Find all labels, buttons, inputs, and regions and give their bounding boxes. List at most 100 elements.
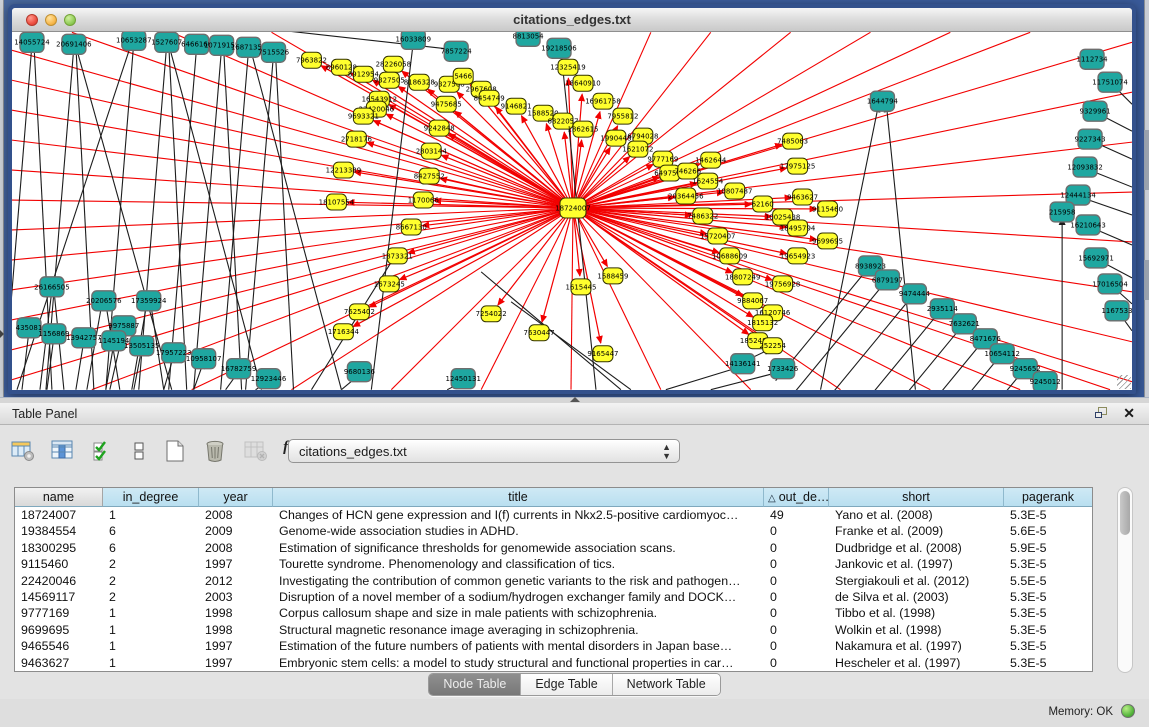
- float-panel-icon[interactable]: [1095, 407, 1109, 420]
- select-columns-icon[interactable]: [91, 439, 117, 463]
- graph-node[interactable]: 19218506: [541, 38, 576, 58]
- column-header-out_de[interactable]: △out_de…: [764, 488, 829, 507]
- graph-node[interactable]: 17975125: [780, 158, 815, 174]
- graph-node[interactable]: 1644794: [867, 91, 899, 111]
- row-height-icon[interactable]: [131, 439, 147, 463]
- graph-node[interactable]: 7515526: [258, 42, 289, 62]
- graph-node[interactable]: 26166505: [34, 277, 69, 297]
- graph-node[interactable]: 1462644: [695, 152, 727, 168]
- table-selector-dropdown[interactable]: citations_edges.txt ▲▼: [288, 439, 680, 463]
- graph-node[interactable]: 62160: [752, 196, 774, 212]
- graph-node[interactable]: 11751074: [1092, 72, 1128, 92]
- graph-node[interactable]: 20206576: [86, 291, 121, 311]
- graph-node[interactable]: 9680136: [344, 362, 375, 382]
- left-panel-edge[interactable]: [0, 0, 4, 397]
- table-settings-icon[interactable]: [10, 439, 36, 463]
- column-header-short[interactable]: short: [829, 488, 1004, 507]
- graph-node[interactable]: 10653287: [116, 32, 151, 50]
- graph-node[interactable]: 2718176: [341, 131, 372, 147]
- graph-node[interactable]: 28226058: [376, 56, 411, 72]
- graph-node[interactable]: 7485063: [777, 133, 808, 149]
- graph-node[interactable]: 7254022: [476, 306, 507, 322]
- table-row[interactable]: 946554611997Estimation of the future num…: [15, 638, 1092, 654]
- right-panel-edge[interactable]: [1144, 0, 1149, 397]
- node-label: 1673245: [374, 280, 405, 288]
- create-table-icon[interactable]: [162, 439, 188, 463]
- delete-table-icon[interactable]: [202, 439, 228, 463]
- graph-node[interactable]: 1733426: [767, 359, 798, 379]
- column-header-title[interactable]: title: [273, 488, 764, 507]
- network-canvas[interactable]: 7963822896012889129542822605893275058186…: [12, 32, 1132, 390]
- graph-node[interactable]: 1588459: [597, 268, 628, 284]
- table-row[interactable]: 1872400712008Changes of HCN gene express…: [15, 507, 1092, 523]
- scrollbar-thumb[interactable]: [1120, 491, 1130, 535]
- table-row[interactable]: 946362711997Embryonic stem cells: a mode…: [15, 655, 1092, 671]
- graph-node[interactable]: 9329961: [1080, 101, 1111, 121]
- tab-edge-table[interactable]: Edge Table: [521, 674, 612, 695]
- graph-node[interactable]: 13942757: [66, 328, 101, 348]
- graph-node[interactable]: 9115460: [812, 201, 843, 217]
- graph-node[interactable]: 2803144: [416, 143, 448, 159]
- graph-node[interactable]: 1112734: [1077, 49, 1109, 69]
- graph-node[interactable]: 1615445: [565, 279, 596, 295]
- graph-node[interactable]: 5466: [453, 68, 473, 84]
- graph-node[interactable]: 12450131: [445, 369, 480, 389]
- table-row[interactable]: 1830029562008Estimation of significance …: [15, 540, 1092, 556]
- table-cell: Nakamura et al. (1997): [829, 638, 1004, 654]
- network-view-window[interactable]: citations_edges.txt 79638228960128891295…: [8, 4, 1136, 394]
- close-panel-icon[interactable]: ✕: [1123, 405, 1135, 422]
- graph-node[interactable]: 1527607: [151, 32, 182, 52]
- column-header-name[interactable]: name: [15, 488, 103, 507]
- graph-node[interactable]: 12093832: [1067, 157, 1102, 177]
- graph-node[interactable]: 6879197: [872, 270, 903, 290]
- graph-node[interactable]: 1673245: [374, 276, 405, 292]
- graph-node[interactable]: 17359924: [131, 291, 167, 311]
- graph-node[interactable]: 7857224: [441, 41, 473, 61]
- node-label: 10653287: [116, 37, 151, 45]
- table-row[interactable]: 1938455462009Genome-wide association stu…: [15, 523, 1092, 539]
- column-header-pagerank[interactable]: pagerank: [1004, 488, 1092, 507]
- graph-node[interactable]: 8667130: [396, 219, 427, 235]
- graph-node[interactable]: 16961758: [585, 93, 620, 109]
- column-header-in_degree[interactable]: in_degree: [103, 488, 199, 507]
- graph-node[interactable]: 7955812: [607, 108, 638, 124]
- graph-node[interactable]: 8813054: [513, 32, 545, 46]
- column-header-year[interactable]: year: [199, 488, 273, 507]
- table-vertical-scrollbar[interactable]: [1117, 487, 1133, 673]
- graph-node[interactable]: 9227343: [1075, 129, 1106, 149]
- graph-node[interactable]: 9463627: [787, 189, 818, 205]
- graph-node[interactable]: 12325419: [550, 59, 585, 75]
- window-resize-grip[interactable]: [1117, 375, 1131, 389]
- graph-node[interactable]: 18640910: [565, 75, 600, 91]
- graph-node[interactable]: 12213389: [326, 162, 361, 178]
- tab-node-table[interactable]: Node Table: [429, 674, 521, 695]
- tab-network-table[interactable]: Network Table: [613, 674, 720, 695]
- table-row[interactable]: 1456911722003Disruption of a novel membe…: [15, 589, 1092, 605]
- panel-collapse-arrow-icon[interactable]: [0, 330, 4, 338]
- graph-node[interactable]: 215958: [1049, 202, 1076, 222]
- table-row[interactable]: 2242004622012Investigating the contribut…: [15, 573, 1092, 589]
- graph-node[interactable]: 1156869: [38, 324, 69, 344]
- splitter-handle-icon[interactable]: [570, 397, 580, 402]
- graph-node[interactable]: 14055724: [14, 32, 50, 52]
- graph-node[interactable]: 19654923: [780, 248, 815, 264]
- graph-node[interactable]: 7486322: [687, 208, 718, 224]
- graph-node[interactable]: 9245012: [1030, 372, 1061, 390]
- graph-node[interactable]: 7630447: [524, 325, 555, 341]
- memory-status-icon[interactable]: [1121, 704, 1135, 718]
- graph-node[interactable]: 9474444: [899, 284, 931, 304]
- show-columns-icon[interactable]: [50, 439, 76, 463]
- graph-node[interactable]: 252254: [759, 338, 786, 354]
- graph-node[interactable]: 1167533: [1102, 301, 1132, 321]
- graph-node[interactable]: 9699695: [812, 233, 843, 249]
- graph-node[interactable]: 10688609: [712, 248, 747, 264]
- table-row[interactable]: 969969511998Structural magnetic resonanc…: [15, 622, 1092, 638]
- window-titlebar[interactable]: citations_edges.txt: [12, 8, 1132, 32]
- graph-node[interactable]: 19756928: [765, 276, 800, 292]
- node-label: 1527607: [151, 39, 182, 47]
- table-row[interactable]: 977716911998Corpus callosum shape and si…: [15, 605, 1092, 621]
- graph-hub-node[interactable]: 18724007: [555, 198, 590, 218]
- citation-network-graph[interactable]: 7963822896012889129542822605893275058186…: [12, 32, 1132, 390]
- table-row[interactable]: 911546021997Tourette syndrome. Phenomeno…: [15, 556, 1092, 572]
- graph-node[interactable]: 18107554: [319, 194, 355, 210]
